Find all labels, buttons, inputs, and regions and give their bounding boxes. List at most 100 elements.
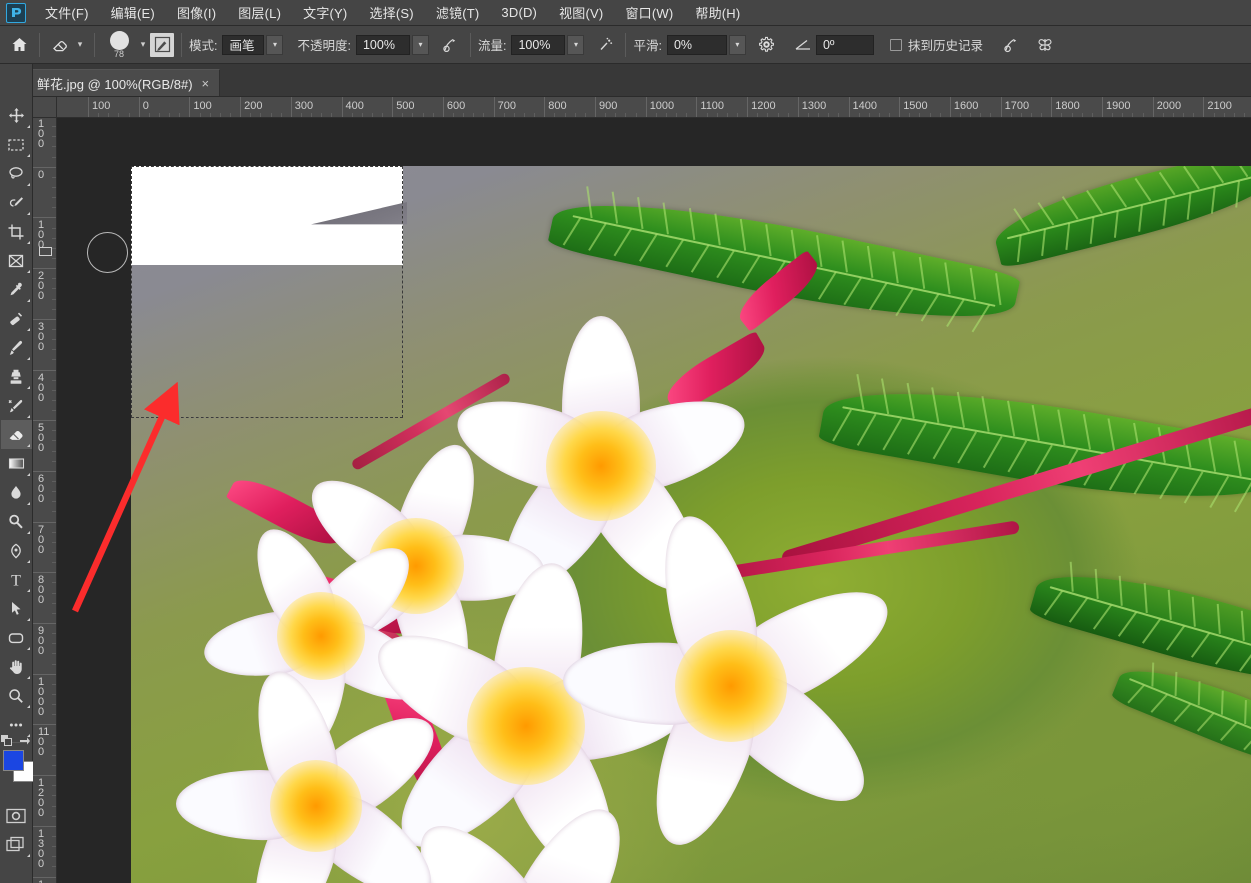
ruler-minor-tick	[838, 113, 840, 117]
flow-chevron-down-icon[interactable]: ▾	[567, 34, 585, 55]
eraser-tool[interactable]	[0, 420, 32, 449]
opacity-chevron-down-icon[interactable]: ▾	[411, 34, 429, 55]
image-canvas[interactable]	[131, 166, 1251, 883]
rectangular-marquee-tool[interactable]	[1, 130, 32, 159]
dodge-tool[interactable]	[1, 507, 32, 536]
ruler-minor-tick	[331, 113, 333, 117]
blend-mode-chevron-down-icon[interactable]: ▾	[266, 34, 284, 55]
default-colors-icon[interactable]	[0, 735, 13, 750]
screen-mode-icon[interactable]	[1, 830, 32, 859]
vertical-ruler[interactable]: 100 0 100 200 300 400 500 600 700 800 900 1000 1100 1…	[33, 118, 57, 883]
ruler-label: 1300	[38, 827, 45, 870]
ruler-minor-tick	[52, 430, 56, 432]
spot-healing-brush-tool[interactable]	[1, 304, 32, 333]
crop-tool[interactable]	[1, 217, 32, 246]
blur-tool[interactable]	[1, 478, 32, 507]
object-selection-tool[interactable]	[1, 188, 32, 217]
menu-window[interactable]: 窗口(W)	[614, 0, 684, 25]
history-brush-tool[interactable]	[1, 391, 32, 420]
move-tool[interactable]	[1, 101, 32, 130]
ruler-minor-tick	[219, 113, 221, 117]
tool-preset-chevron-down-icon[interactable]: ▾	[73, 34, 87, 56]
pressure-size-icon[interactable]	[998, 32, 1024, 58]
erase-to-history-checkbox[interactable]: 抹到历史记录	[889, 35, 988, 54]
smoothing-options-gear-icon[interactable]	[754, 32, 780, 58]
menu-edit[interactable]: 编辑(E)	[100, 0, 166, 25]
blend-mode-value[interactable]: 画笔	[222, 34, 265, 55]
brush-angle-icon[interactable]	[790, 32, 816, 58]
menu-file[interactable]: 文件(F)	[34, 0, 100, 25]
checkbox-box[interactable]	[889, 38, 902, 51]
gradient-tool[interactable]	[1, 449, 32, 478]
ruler-tick	[1051, 97, 1053, 117]
eraser-brush-cursor	[87, 232, 128, 273]
menu-type[interactable]: 文字(Y)	[292, 0, 358, 25]
smoothing-value[interactable]: 0%	[666, 34, 727, 55]
ruler-minor-tick	[52, 714, 56, 716]
brush-size-preview[interactable]: 78	[102, 28, 136, 62]
flow-value[interactable]: 100%	[511, 34, 566, 55]
pressure-opacity-icon[interactable]	[437, 32, 463, 58]
symmetry-butterfly-icon[interactable]	[1032, 32, 1058, 58]
menu-3d[interactable]: 3D(D)	[490, 2, 548, 23]
ruler-minor-tick	[513, 113, 515, 117]
quick-mask-icon[interactable]	[1, 801, 32, 830]
ruler-label: 1500	[903, 100, 928, 112]
menu-select[interactable]: 选择(S)	[358, 0, 424, 25]
airbrush-icon[interactable]	[592, 32, 618, 58]
tool-group-indicator-icon	[26, 357, 30, 360]
ruler-tick	[33, 166, 56, 168]
ruler-minor-tick	[52, 126, 56, 128]
ruler-minor-tick	[1193, 113, 1195, 117]
foreground-color-swatch[interactable]	[2, 750, 24, 771]
ruler-minor-tick	[960, 113, 962, 117]
menu-help[interactable]: 帮助(H)	[684, 0, 751, 25]
eraser-tool-preset-icon[interactable]	[47, 32, 73, 58]
ruler-minor-tick	[52, 227, 56, 229]
ruler-label: 2000	[1156, 100, 1182, 112]
opacity-value[interactable]: 100%	[355, 34, 410, 55]
ruler-corner[interactable]	[33, 97, 57, 118]
ruler-minor-tick	[52, 156, 56, 158]
leaf-vein	[690, 244, 709, 273]
brush-settings-panel-icon[interactable]	[150, 32, 174, 57]
close-icon[interactable]: ×	[202, 77, 210, 90]
leaf-vein	[892, 251, 899, 284]
ruler-minor-tick	[52, 704, 56, 706]
brush-tool[interactable]	[1, 333, 32, 362]
pen-tool[interactable]	[1, 536, 32, 565]
horizontal-type-tool[interactable]: T	[1, 565, 32, 594]
leaf-vein	[957, 431, 977, 464]
horizontal-ruler[interactable]: 100 0 100 200 300 400 500 600 700 800 900 1000 1100 1…	[57, 97, 1251, 118]
ruler-label: 1200	[751, 100, 776, 112]
leaf-vein	[907, 422, 927, 455]
eyedropper-tool[interactable]	[1, 275, 32, 304]
brush-preset-chevron-down-icon[interactable]: ▾	[136, 34, 150, 56]
ruler-minor-tick	[52, 683, 56, 685]
smoothing-chevron-down-icon[interactable]: ▾	[728, 34, 746, 55]
home-icon[interactable]	[6, 32, 32, 58]
clone-stamp-tool[interactable]	[1, 362, 32, 391]
menu-layer[interactable]: 图层(L)	[227, 0, 292, 25]
ruler-tick	[33, 217, 56, 219]
zoom-tool[interactable]	[1, 681, 32, 710]
leaf	[1110, 651, 1251, 793]
document-tab-title: 鲜花.jpg @ 100%(RGB/8#)	[37, 76, 193, 92]
leaf-vein	[882, 418, 902, 450]
canvas-work-area[interactable]	[57, 118, 1251, 883]
ruler-label: 1	[38, 879, 50, 883]
menu-view[interactable]: 视图(V)	[548, 0, 614, 25]
frame-tool[interactable]	[1, 246, 32, 275]
hand-tool[interactable]	[1, 652, 32, 681]
ruler-minor-tick	[1031, 113, 1033, 117]
lasso-tool[interactable]	[1, 159, 32, 188]
menu-filter[interactable]: 滤镜(T)	[425, 0, 491, 25]
rounded-rectangle-tool[interactable]	[1, 623, 32, 652]
ruler-minor-tick	[676, 113, 678, 117]
brush-angle-value[interactable]: 0º	[815, 34, 874, 55]
ruler-minor-tick	[280, 113, 282, 117]
document-tab[interactable]: 鲜花.jpg @ 100%(RGB/8#) ×	[24, 69, 221, 96]
ruler-minor-tick	[382, 113, 384, 117]
menu-image[interactable]: 图像(I)	[166, 0, 227, 25]
path-selection-tool[interactable]	[1, 594, 32, 623]
